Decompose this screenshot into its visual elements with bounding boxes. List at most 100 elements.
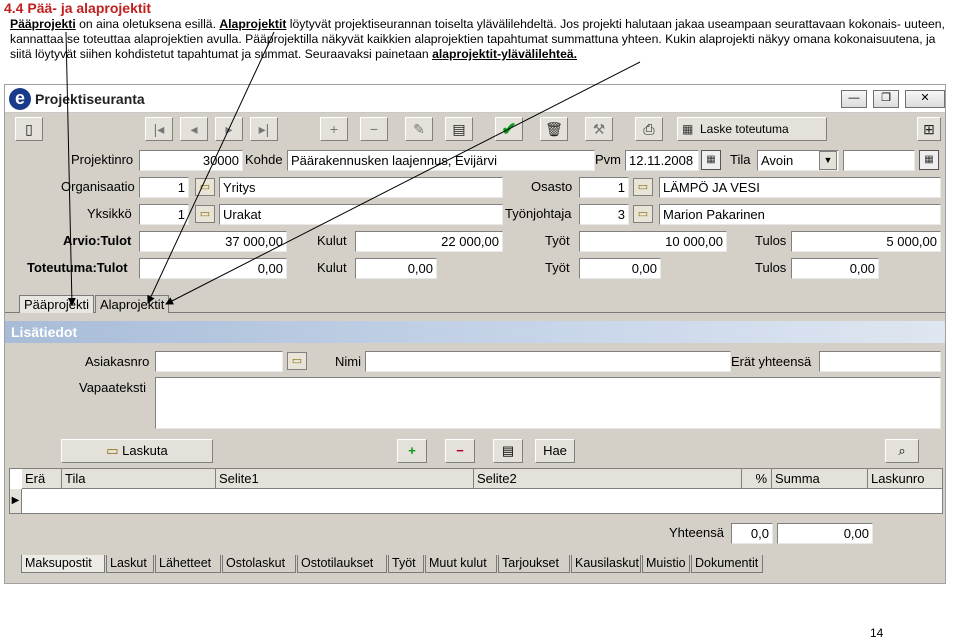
vapaateksti-label: Vapaateksti	[79, 380, 146, 395]
lisatiedot-header: Lisätiedot	[5, 321, 945, 343]
add-icon[interactable]: +	[320, 117, 348, 141]
column-header-tila[interactable]: Tila	[62, 469, 216, 489]
laske-toteutuma-label: Laske toteutuma	[700, 122, 789, 136]
nimi-field[interactable]	[365, 351, 731, 372]
projektiseuranta-window: e Projektiseuranta — ❐ ✕ ▯ |◂ ◂ ▸ ▸| + −…	[4, 84, 946, 584]
chevron-down-icon[interactable]: ▼	[819, 151, 837, 170]
remove-row-icon[interactable]: −	[445, 439, 475, 463]
new-document-icon[interactable]: ▯	[15, 117, 43, 141]
maximize-button[interactable]: ❐	[873, 90, 899, 108]
tyonjohtaja-name-field[interactable]: Marion Pakarinen	[659, 204, 941, 225]
last-record-icon[interactable]: ▸|	[250, 117, 278, 141]
pvm-field[interactable]: 12.11.2008	[625, 150, 699, 171]
tila-extra-field[interactable]	[843, 150, 915, 171]
column-header-era[interactable]: Erä	[22, 469, 62, 489]
underlined-term: Alaprojektit	[219, 17, 287, 31]
tila-label: Tila	[730, 152, 751, 167]
bottom-tab-laskut[interactable]: Laskut	[106, 555, 154, 573]
bottom-tab-lähetteet[interactable]: Lähetteet	[155, 555, 221, 573]
app-logo-icon: e	[9, 88, 31, 110]
kulut-label: Kulut	[317, 260, 347, 275]
arvio-tulos-field[interactable]: 5 000,00	[791, 231, 941, 252]
osasto-number-field[interactable]: 1	[579, 177, 629, 198]
next-record-icon[interactable]: ▸	[215, 117, 243, 141]
osasto-name-field[interactable]: LÄMPÖ JA VESI	[659, 177, 941, 198]
bottom-tab-muut-kulut[interactable]: Muut kulut	[425, 555, 497, 573]
add-row-icon[interactable]: +	[397, 439, 427, 463]
close-button[interactable]: ✕	[905, 90, 945, 108]
toteutuma-tulos-field: 0,00	[791, 258, 879, 279]
network-icon[interactable]: ⊞	[917, 117, 941, 141]
print-preview-icon[interactable]: ▤	[493, 439, 523, 463]
bottom-tab-työt[interactable]: Työt	[388, 555, 424, 573]
organisaatio-name-field[interactable]: Yritys	[219, 177, 503, 198]
bottom-tab-maksupostit[interactable]: Maksupostit	[21, 555, 105, 573]
laske-toteutuma-button[interactable]: ▦ Laske toteutuma	[677, 117, 827, 141]
arvio-tulot-field[interactable]: 37 000,00	[139, 231, 287, 252]
tab-alaprojektit[interactable]: Alaprojektit	[95, 295, 170, 313]
print-preview-icon[interactable]: ▤	[445, 117, 473, 141]
folder-icon: ▭	[106, 443, 123, 458]
vapaateksti-textarea[interactable]	[155, 377, 941, 429]
laskuta-label: Laskuta	[122, 443, 168, 458]
organisaatio-number-field[interactable]: 1	[139, 177, 189, 198]
tulos-label: Tulos	[755, 260, 787, 275]
bottom-tab-kausilaskut[interactable]: Kausilaskut	[571, 555, 641, 573]
tools-icon[interactable]: ⚒	[585, 117, 613, 141]
column-header-percent[interactable]: %	[742, 469, 772, 489]
projektinro-label: Projektinro	[71, 152, 134, 167]
bottom-tab-ostolaskut[interactable]: Ostolaskut	[222, 555, 296, 573]
delete-trash-icon[interactable]: 🗑	[540, 117, 568, 141]
remove-icon[interactable]: −	[360, 117, 388, 141]
eras-table: Erä Tila Selite1 Selite2 % Summa Laskunr…	[9, 468, 943, 514]
arvio-kulut-field[interactable]: 22 000,00	[355, 231, 503, 252]
folder-icon[interactable]: ▭	[633, 178, 653, 196]
save-check-icon[interactable]: ✔	[495, 117, 523, 141]
bottom-tab-ostotilaukset[interactable]: Ostotilaukset	[297, 555, 387, 573]
yksikko-name-field[interactable]: Urakat	[219, 204, 503, 225]
tab-paaprojekti[interactable]: Pääprojekti	[19, 295, 95, 313]
column-header-laskunro[interactable]: Laskunro	[868, 469, 942, 489]
arvio-tulot-label: Arvio:Tulot	[63, 233, 132, 248]
yksikko-label: Yksikkö	[87, 206, 132, 221]
folder-icon[interactable]: ▭	[195, 205, 215, 223]
column-header-selite2[interactable]: Selite2	[474, 469, 742, 489]
calendar-icon[interactable]: ▦	[701, 150, 721, 170]
toolbar: ▯ |◂ ◂ ▸ ▸| + − ✎ ▤ ✔ 🗑 ⚒ ⎙ ▦ Laske tote…	[5, 115, 945, 145]
organisaatio-label: Organisaatio	[61, 179, 135, 194]
projektinro-field[interactable]: 30000	[139, 150, 243, 171]
nimi-label: Nimi	[335, 354, 361, 369]
erat-yhteensa-field	[819, 351, 941, 372]
pvm-label: Pvm	[595, 152, 621, 167]
erat-yhteensa-label: Erät yhteensä	[731, 354, 812, 369]
toteutuma-tulot-field: 0,00	[139, 258, 287, 279]
bottom-tab-dokumentit[interactable]: Dokumentit	[691, 555, 763, 573]
folder-icon[interactable]: ▭	[633, 205, 653, 223]
edit-pencil-icon[interactable]: ✎	[405, 117, 433, 141]
tyonjohtaja-label: Työnjohtaja	[505, 206, 572, 221]
calendar-grid-icon[interactable]: ▦	[919, 150, 939, 170]
previous-record-icon[interactable]: ◂	[180, 117, 208, 141]
section-heading: 4.4 Pää- ja alaprojektit	[4, 0, 152, 16]
minimize-button[interactable]: —	[841, 90, 867, 108]
yhteensa-label: Yhteensä	[669, 525, 724, 540]
kohde-field[interactable]: Päärakennusken laajennus, Evijärvi	[287, 150, 595, 171]
column-header-summa[interactable]: Summa	[772, 469, 868, 489]
hae-button[interactable]: Hae	[535, 439, 575, 463]
asiakasnro-field[interactable]	[155, 351, 283, 372]
printer-icon[interactable]: ⎙	[635, 117, 663, 141]
tyonjohtaja-number-field[interactable]: 3	[579, 204, 629, 225]
laskuta-button[interactable]: ▭ Laskuta	[61, 439, 213, 463]
bottom-tab-muistio[interactable]: Muistio	[642, 555, 690, 573]
first-record-icon[interactable]: |◂	[145, 117, 173, 141]
search-icon[interactable]: ⌕	[885, 439, 919, 463]
column-header-selite1[interactable]: Selite1	[216, 469, 474, 489]
kohde-label: Kohde	[245, 152, 283, 167]
window-title: Projektiseuranta	[35, 91, 145, 107]
arvio-tyot-field[interactable]: 10 000,00	[579, 231, 727, 252]
bottom-tab-tarjoukset[interactable]: Tarjoukset	[498, 555, 570, 573]
folder-icon[interactable]: ▭	[287, 352, 307, 370]
folder-icon[interactable]: ▭	[195, 178, 215, 196]
yksikko-number-field[interactable]: 1	[139, 204, 189, 225]
title-bar: e Projektiseuranta — ❐ ✕	[5, 85, 945, 113]
